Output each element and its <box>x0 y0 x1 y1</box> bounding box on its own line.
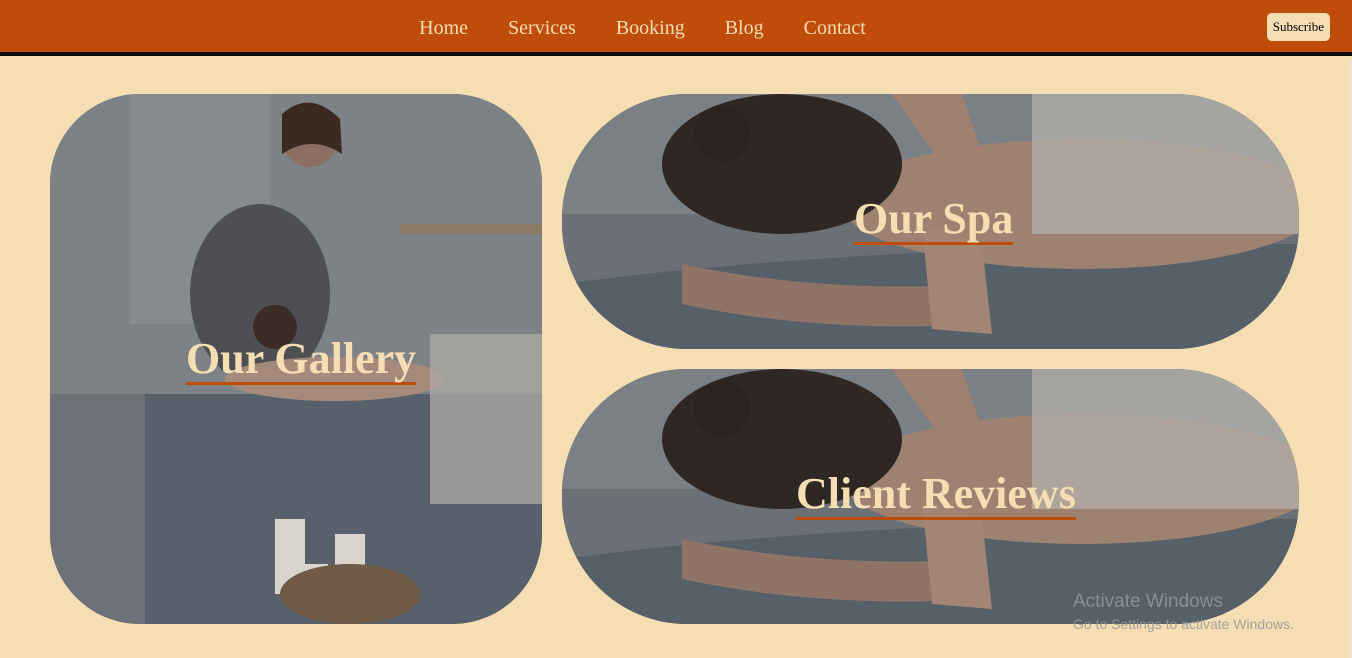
spa-card[interactable]: Our Spa <box>562 94 1299 349</box>
top-navbar: Home Services Booking Blog Contact Subsc… <box>0 0 1352 56</box>
spa-card-title: Our Spa <box>854 195 1014 246</box>
windows-activation-watermark: Activate Windows Go to Settings to activ… <box>1073 591 1294 635</box>
gallery-card[interactable]: Our Gallery <box>50 94 542 624</box>
nav-link-services[interactable]: Services <box>508 17 576 40</box>
watermark-subtitle: Go to Settings to activate Windows. <box>1073 616 1294 632</box>
main-nav: Home Services Booking Blog Contact <box>0 0 1285 56</box>
watermark-title: Activate Windows <box>1073 591 1223 612</box>
nav-link-blog[interactable]: Blog <box>725 17 764 40</box>
nav-link-contact[interactable]: Contact <box>804 17 866 40</box>
nav-link-booking[interactable]: Booking <box>616 17 685 40</box>
reviews-card-title: Client Reviews <box>796 470 1076 521</box>
nav-link-home[interactable]: Home <box>419 17 468 40</box>
reviews-card[interactable]: Client Reviews <box>562 369 1299 624</box>
gallery-card-title: Our Gallery <box>186 335 417 386</box>
subscribe-button[interactable]: Subscribe <box>1266 13 1330 41</box>
